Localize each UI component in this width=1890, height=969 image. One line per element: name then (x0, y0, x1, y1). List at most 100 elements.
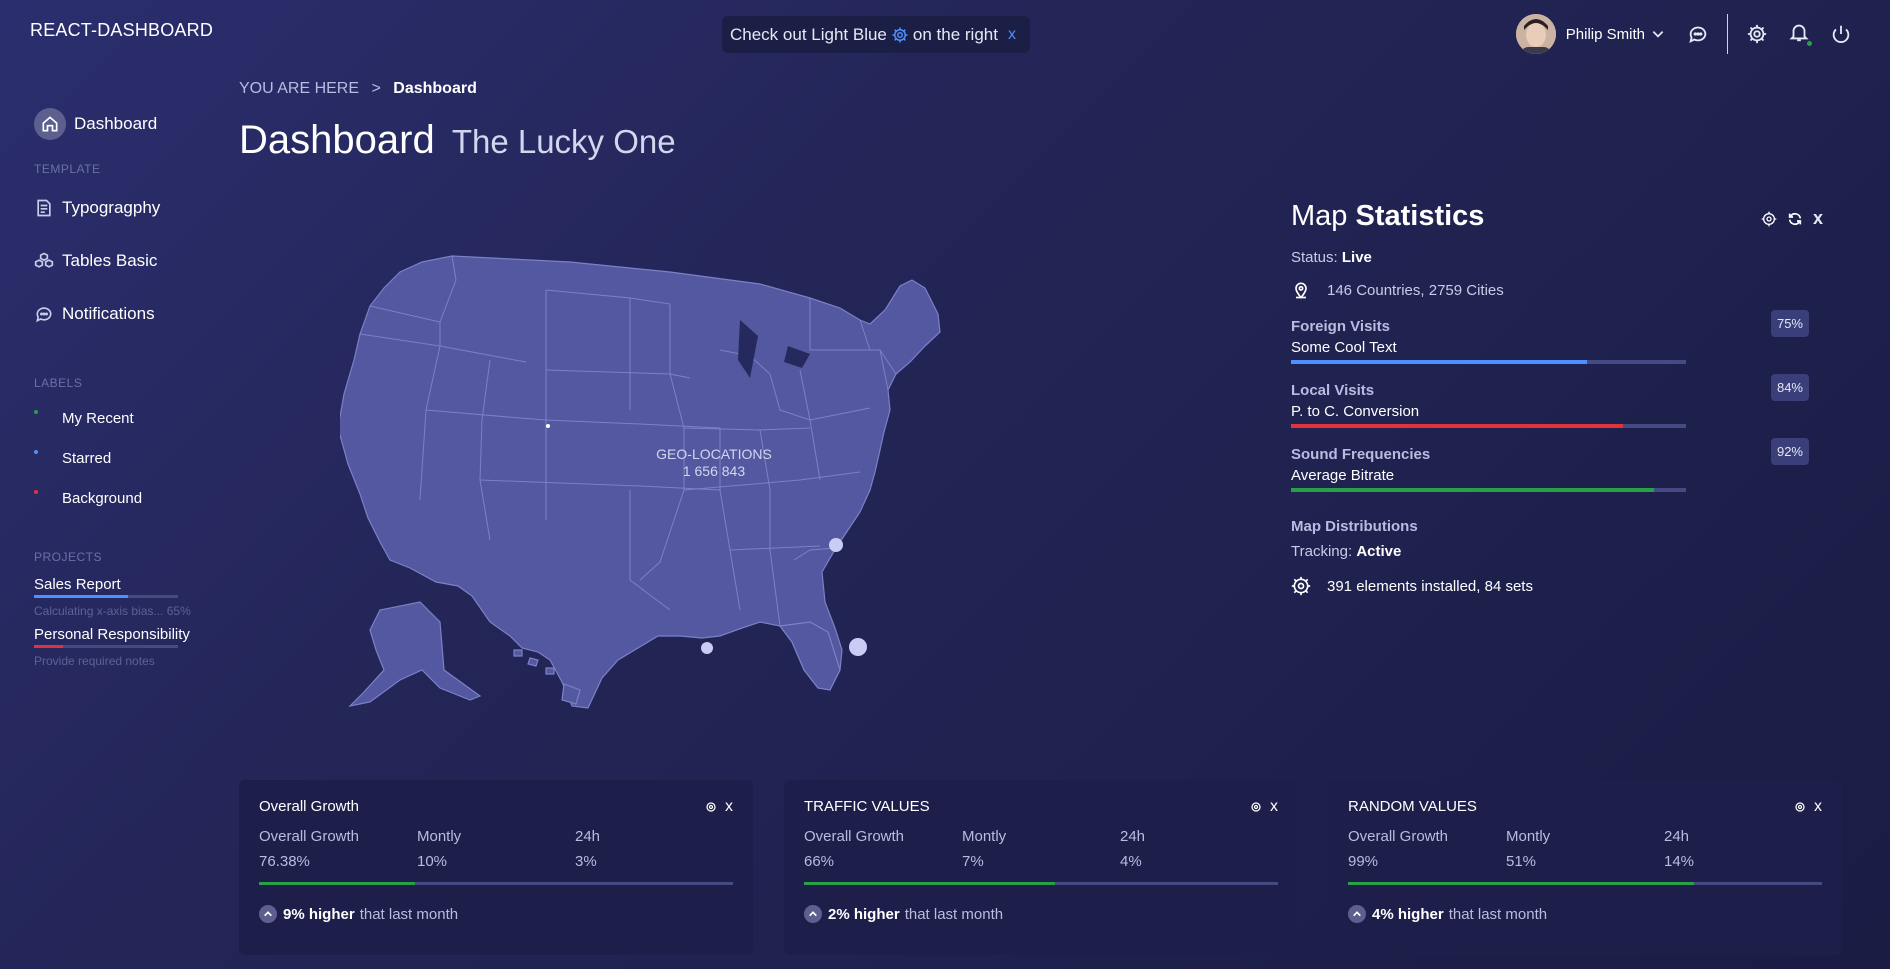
metric-title: Local Visits (1291, 382, 1375, 399)
page-title-main: Dashboard (239, 118, 435, 162)
tracking-value: Active (1356, 543, 1402, 560)
project-name: Sales Report (34, 576, 121, 593)
us-map[interactable] (340, 250, 1120, 720)
card-title: Overall Growth (259, 798, 360, 815)
card-close-button[interactable]: x (1270, 798, 1278, 816)
project-name: Personal Responsibility (34, 626, 190, 643)
card-foot-text: that last month (904, 905, 1004, 923)
bell-icon[interactable] (1788, 21, 1810, 43)
card-close-button[interactable]: x (725, 798, 733, 816)
card-header: Overall Growth x (259, 798, 733, 816)
settings-gear-icon[interactable] (1761, 211, 1777, 227)
breadcrumb-separator: > (371, 80, 381, 97)
column-label: Overall Growth (259, 828, 360, 845)
card-foot-text: that last month (359, 905, 459, 923)
stats-tools: x (1751, 208, 1823, 229)
sidebar-item-dashboard[interactable]: Dashboard (0, 104, 220, 144)
map-marker[interactable] (829, 538, 843, 552)
gear-icon[interactable] (705, 801, 717, 813)
card-tools: x (705, 798, 733, 816)
project-progress-bar (34, 595, 178, 598)
geo-label-line1: GEO-LOCATIONS (656, 446, 772, 462)
stats-title: Map Statistics (1291, 200, 1823, 233)
column-value: 51% (1506, 853, 1537, 870)
card-column: Montly 7% (962, 828, 1120, 870)
sidebar-item-notifications[interactable]: Notifications (0, 294, 220, 334)
sidebar-item-tables-basic[interactable]: Tables Basic (0, 241, 220, 281)
column-value: 4% (1120, 853, 1142, 870)
page-title: Dashboard The Lucky One (239, 118, 676, 163)
card-close-button[interactable]: x (1814, 798, 1822, 816)
column-value: 76.38% (259, 853, 310, 870)
column-label: 24h (1120, 828, 1146, 845)
label-item-starred[interactable]: Starred (0, 438, 220, 478)
breadcrumb-current: Dashboard (393, 80, 477, 97)
metric-subtitle: P. to C. Conversion (1291, 403, 1420, 420)
label-item-my-recent[interactable]: My Recent (0, 398, 220, 438)
status-line: Status: Live (1291, 249, 1823, 266)
column-label: Montly (1506, 828, 1551, 845)
chevron-down-icon[interactable] (1651, 27, 1665, 41)
settings-gear-icon[interactable] (1746, 23, 1768, 45)
map-marker[interactable] (849, 638, 867, 656)
map-marker[interactable] (701, 642, 713, 654)
topbar-divider (1727, 14, 1728, 54)
chevron-up-icon (264, 911, 272, 917)
user-name[interactable]: Philip Smith (1566, 26, 1645, 43)
column-label: Overall Growth (804, 828, 905, 845)
stats-title-bold: Statistics (1355, 200, 1485, 232)
power-icon[interactable] (1830, 23, 1852, 45)
gear-icon[interactable] (1794, 801, 1806, 813)
gear-icon[interactable] (1250, 801, 1262, 813)
arrow-up-badge (804, 905, 822, 923)
notification-dot (1807, 40, 1812, 46)
project-progress-fill (34, 645, 63, 648)
tracking-line: Tracking: Active (1291, 543, 1823, 560)
labels-heading: LABELS (34, 376, 83, 390)
metric-sound-frequencies: Sound Frequencies Average Bitrate 92% (1291, 438, 1823, 492)
map-distributions-title: Map Distributions (1291, 518, 1418, 535)
sidebar-item-typography[interactable]: Typogragphy (0, 188, 220, 228)
card-title: TRAFFIC VALUES (804, 798, 930, 815)
chevron-up-icon (809, 911, 817, 917)
chat-bubble-icon (36, 307, 52, 323)
card-column: Montly 10% (417, 828, 575, 870)
card-columns: Overall Growth 76.38% Montly 10% 24h 3% (259, 828, 733, 870)
locations-text: 146 Countries, 2759 Cities (1327, 281, 1504, 299)
label-item-background[interactable]: Background (0, 478, 220, 518)
project-personal-responsibility[interactable]: Personal Responsibility Provide required… (0, 626, 220, 668)
avatar[interactable] (1515, 14, 1556, 54)
app-brand[interactable]: REACT-DASHBOARD (30, 20, 213, 41)
locations-line: 146 Countries, 2759 Cities (1291, 280, 1823, 300)
page-subtitle: The Lucky One (451, 123, 676, 160)
card-foot-text: that last month (1448, 905, 1548, 923)
chat-icon[interactable] (1687, 23, 1709, 45)
project-sales-report[interactable]: Sales Report Calculating x-axis bias... … (0, 576, 220, 618)
column-label: 24h (575, 828, 601, 845)
column-value: 99% (1348, 853, 1379, 870)
refresh-icon[interactable] (1787, 211, 1803, 227)
avatar-image (1515, 14, 1556, 54)
column-label: Overall Growth (1348, 828, 1449, 845)
metric-progress-fill (1291, 360, 1588, 364)
projects-heading: PROJECTS (34, 550, 103, 564)
card-traffic-values: TRAFFIC VALUES x Overall Growth 66% Montl… (784, 780, 1298, 955)
arrow-up-badge (259, 905, 277, 923)
toast-close-button[interactable]: x (1008, 26, 1016, 44)
card-random-values: RANDOM VALUES x Overall Growth 99% Montly… (1328, 780, 1842, 955)
breadcrumb: YOU ARE HERE > Dashboard (239, 80, 477, 98)
gear-icon (1291, 576, 1311, 596)
metric-progress-fill (1291, 488, 1655, 492)
column-value: 14% (1664, 853, 1695, 870)
metric-percent-badge: 84% (1770, 374, 1809, 401)
map-point (546, 424, 550, 428)
column-value: 7% (962, 853, 984, 870)
column-label: 24h (1664, 828, 1690, 845)
card-progress-bar (1348, 882, 1822, 885)
stats-close-button[interactable]: x (1813, 208, 1823, 229)
metric-progress-fill (1291, 424, 1623, 428)
column-value: 66% (804, 853, 835, 870)
label-text: Starred (62, 449, 112, 467)
document-icon (37, 199, 51, 217)
card-tools: x (1250, 798, 1278, 816)
